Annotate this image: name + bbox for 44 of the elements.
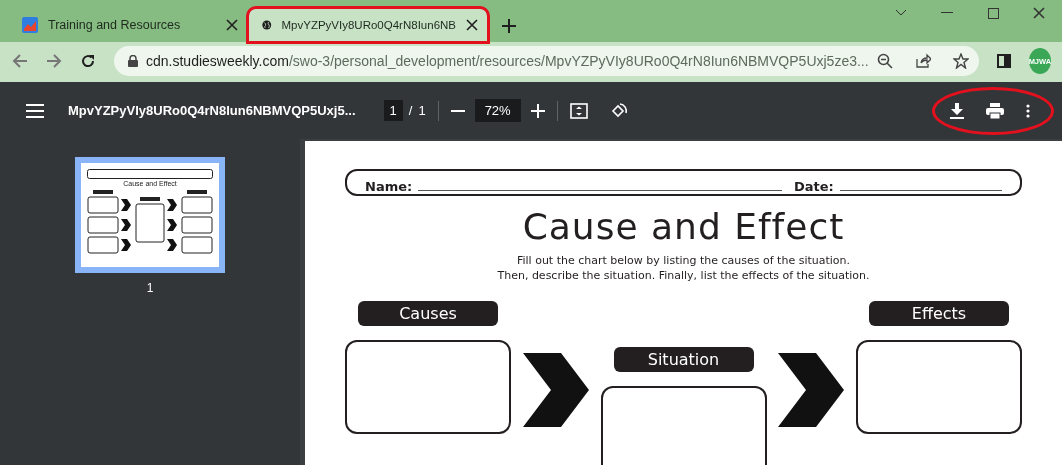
zoom-out-icon[interactable]	[876, 53, 893, 69]
page-label: 1	[146, 281, 154, 295]
close-icon[interactable]	[226, 19, 238, 31]
effects-label: Effects	[869, 301, 1009, 326]
name-label: Name:	[365, 179, 413, 194]
browser-tab[interactable]: MpvYZPyVIy8URo0Q4rN8Iun6NB	[248, 8, 488, 42]
close-icon[interactable]	[466, 19, 478, 31]
tab-title: Training and Resources	[48, 18, 182, 32]
chevron-arrow-icon	[522, 353, 589, 427]
app-icon	[22, 17, 38, 33]
worksheet-title: Cause and Effect	[522, 206, 845, 247]
forward-icon[interactable]	[46, 53, 62, 69]
zoom-out-icon[interactable]	[450, 109, 465, 112]
tab-title: MpvYZPyVIy8URo0Q4rN8Iun6NB	[281, 19, 456, 31]
page-count: 1	[418, 103, 426, 118]
address-bar[interactable]: cdn.studiesweekly.com/swo-3/personal_development/resources/MpvYZPyVIy8URo0Q4rN8Iun6NBMVQP5Uxj5ze3...	[114, 46, 979, 76]
url-text: cdn.studiesweekly.com/swo-3/personal_development/resources/MpvYZPyVIy8URo0Q4rN8Iun6NBMVQP5Uxj5ze3...	[146, 53, 869, 69]
answer-box[interactable]	[345, 340, 511, 434]
rotate-icon[interactable]	[609, 101, 628, 120]
print-icon[interactable]	[986, 102, 1004, 119]
star-icon[interactable]	[952, 53, 969, 69]
answer-box[interactable]	[856, 340, 1022, 434]
instruction-text: Fill out the chart below by listing the causes of the situation.	[516, 253, 851, 268]
download-icon[interactable]	[950, 102, 964, 119]
causes-label: Causes	[358, 301, 498, 326]
fit-page-icon[interactable]	[569, 102, 588, 119]
menu-icon[interactable]	[26, 103, 44, 118]
share-icon[interactable]	[914, 53, 931, 69]
reload-icon[interactable]	[80, 53, 96, 69]
page-separator: /	[408, 103, 413, 118]
lock-icon	[128, 55, 138, 67]
side-panel-icon[interactable]	[996, 54, 1011, 68]
document-title: MpvYZPyVIy8URo0Q4rN8Iun6NBMVQP5Uxj5...	[68, 103, 356, 118]
instruction-text: Then, describe the situation. Finally, list the effects of the situation.	[497, 268, 870, 283]
chevron-arrow-icon	[778, 353, 845, 427]
new-tab-icon[interactable]	[502, 19, 516, 33]
date-label: Date:	[794, 179, 834, 194]
more-icon[interactable]	[1026, 103, 1030, 118]
zoom-in-icon[interactable]	[530, 103, 545, 118]
back-icon[interactable]	[12, 53, 28, 69]
zoom-field[interactable]: 72%	[474, 99, 521, 122]
browser-tab[interactable]: Training and Resources	[8, 8, 248, 42]
page-number-field[interactable]: 1	[383, 100, 403, 121]
situation-label: Situation	[613, 347, 754, 372]
